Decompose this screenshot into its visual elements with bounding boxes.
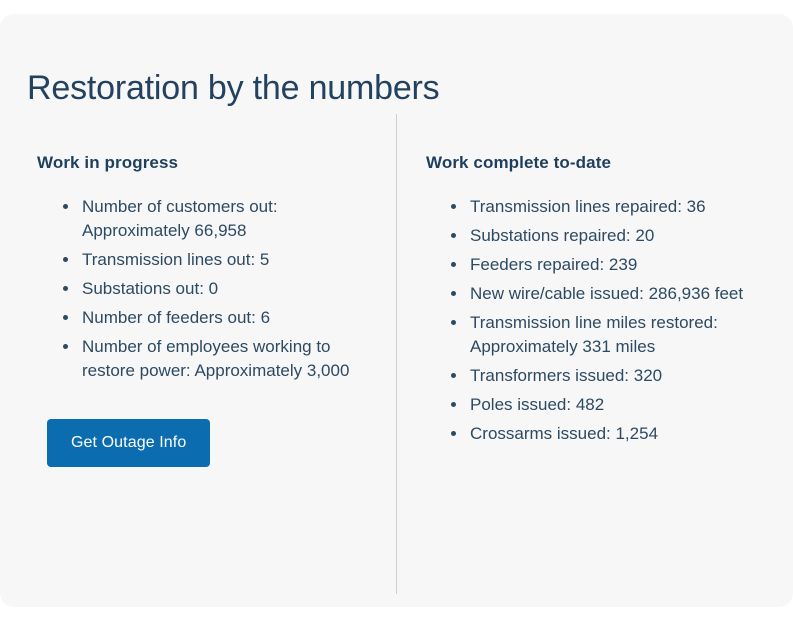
list-item: Crossarms issued: 1,254 <box>451 422 765 446</box>
list-item: Substations out: 0 <box>63 277 376 301</box>
work-complete-column: Work complete to-date Transmission lines… <box>397 114 793 451</box>
list-item: Number of customers out: Approximately 6… <box>63 195 376 243</box>
list-item: Transmission line miles restored: Approx… <box>451 311 765 359</box>
list-item: Number of feeders out: 6 <box>63 306 376 330</box>
cta-container: Get Outage Info <box>37 388 376 467</box>
list-item: Number of employees working to restore p… <box>63 335 376 383</box>
list-item: Feeders repaired: 239 <box>451 253 765 277</box>
list-item: Poles issued: 482 <box>451 393 765 417</box>
get-outage-info-button[interactable]: Get Outage Info <box>47 419 211 467</box>
stats-columns: Work in progress Number of customers out… <box>0 114 793 594</box>
page-root: Restoration by the numbers Work in progr… <box>0 0 793 623</box>
page-title: Restoration by the numbers <box>27 68 440 107</box>
work-in-progress-list: Number of customers out: Approximately 6… <box>37 174 376 383</box>
work-in-progress-column: Work in progress Number of customers out… <box>0 114 396 467</box>
list-item: Transmission lines repaired: 36 <box>451 195 765 219</box>
work-complete-list: Transmission lines repaired: 36 Substati… <box>426 174 765 446</box>
list-item: Substations repaired: 20 <box>451 224 765 248</box>
work-in-progress-heading: Work in progress <box>37 153 179 172</box>
list-item: Transformers issued: 320 <box>451 364 765 388</box>
list-item: Transmission lines out: 5 <box>63 248 376 272</box>
restoration-stats-card: Restoration by the numbers Work in progr… <box>0 14 793 607</box>
list-item: New wire/cable issued: 286,936 feet <box>451 282 765 306</box>
work-complete-heading: Work complete to-date <box>426 153 612 172</box>
